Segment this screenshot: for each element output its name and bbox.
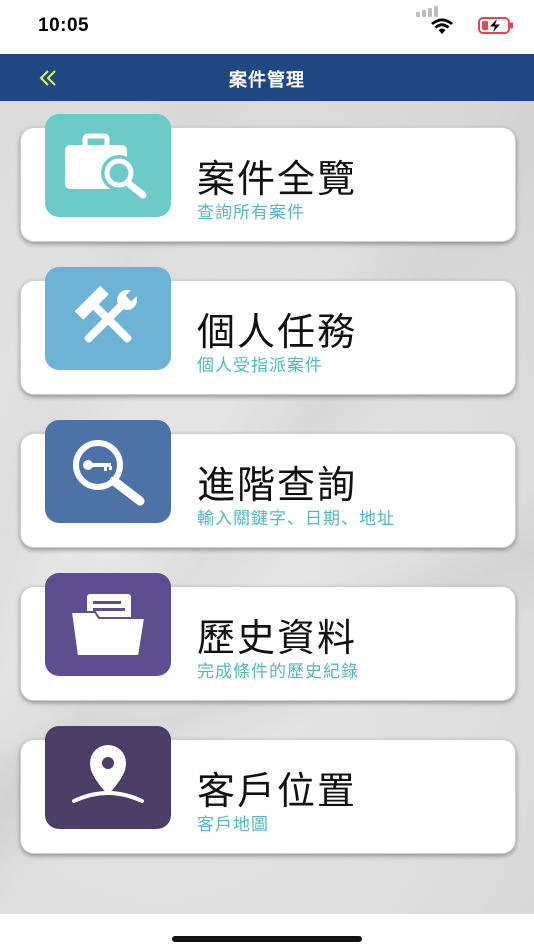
key-search-icon bbox=[73, 439, 145, 505]
menu-icon-tile bbox=[45, 573, 171, 676]
menu-icon-tile bbox=[45, 726, 171, 829]
menu-card-personal-tasks[interactable]: 個人任務 個人受指派案件 bbox=[20, 267, 516, 395]
card-title: 個人任務 bbox=[197, 310, 358, 354]
status-time: 10:05 bbox=[38, 15, 90, 36]
briefcase-search-icon bbox=[65, 133, 147, 198]
card-title: 案件全覽 bbox=[197, 157, 358, 201]
card-title: 歷史資料 bbox=[197, 616, 358, 660]
card-subtitle: 查詢所有案件 bbox=[197, 203, 305, 223]
menu-content: 案件全覽 查詢所有案件 個人任務 個人受指派案件 進階查詢 輸入關鍵字、日期、地… bbox=[0, 101, 534, 914]
menu-card-customer-location[interactable]: 客戶位置 客戶地圖 bbox=[20, 726, 516, 854]
folder-icon bbox=[69, 593, 147, 657]
menu-icon-tile bbox=[45, 114, 171, 217]
card-subtitle: 客戶地圖 bbox=[197, 815, 269, 835]
home-bar bbox=[0, 914, 534, 950]
tools-icon bbox=[74, 285, 138, 343]
card-subtitle: 個人受指派案件 bbox=[197, 356, 323, 376]
cellular-signal-icon bbox=[416, 5, 442, 17]
card-subtitle: 完成條件的歷史紀錄 bbox=[197, 662, 359, 682]
menu-icon-tile bbox=[45, 267, 171, 370]
card-title: 客戶位置 bbox=[197, 769, 358, 813]
menu-card-advanced-search[interactable]: 進階查詢 輸入關鍵字、日期、地址 bbox=[20, 420, 516, 548]
status-bar: 10:05 bbox=[0, 0, 534, 54]
menu-card-all-cases[interactable]: 案件全覽 查詢所有案件 bbox=[20, 114, 516, 242]
battery-charging-icon bbox=[478, 17, 513, 34]
card-subtitle: 輸入關鍵字、日期、地址 bbox=[197, 509, 395, 529]
home-indicator[interactable] bbox=[172, 936, 362, 942]
page-title: 案件管理 bbox=[229, 70, 305, 91]
menu-icon-tile bbox=[45, 420, 171, 523]
menu-card-history[interactable]: 歷史資料 完成條件的歷史紀錄 bbox=[20, 573, 516, 701]
card-title: 進階查詢 bbox=[197, 463, 358, 507]
wifi-icon bbox=[431, 18, 453, 34]
navigation-bar: 案件管理 bbox=[0, 54, 534, 101]
location-pin-icon bbox=[72, 744, 144, 803]
